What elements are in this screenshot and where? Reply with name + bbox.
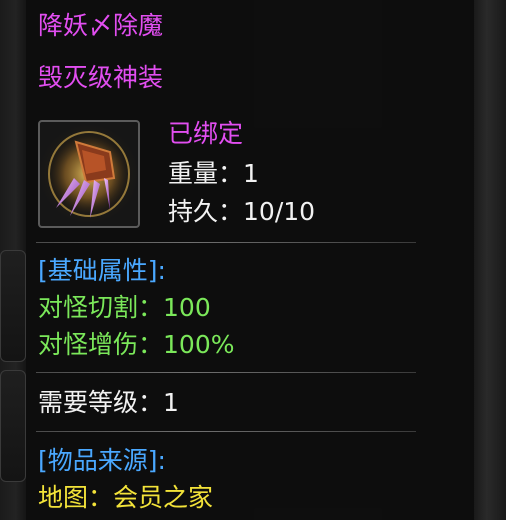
- item-tooltip: 降妖〆除魔 毁灭级神装 已绑定 重量：1 持久：10/10 [基础属性]: 对怪…: [26, 0, 474, 520]
- bind-status: 已绑定: [168, 119, 244, 148]
- background-slot: [0, 370, 26, 482]
- item-category: 毁灭级神装: [38, 63, 164, 92]
- requirement-label: 需要等级：: [38, 388, 164, 417]
- durability-label: 持久：: [168, 197, 244, 226]
- stat-row: 对怪增伤：100%: [38, 329, 235, 361]
- requirement-value: 1: [163, 388, 179, 417]
- stat-label: 对怪增伤：: [38, 330, 164, 359]
- durability-value: 10/10: [243, 197, 316, 226]
- divider: [36, 242, 416, 243]
- stat-row: 对怪切割：100: [38, 292, 211, 324]
- item-name: 降妖〆除魔: [38, 11, 164, 40]
- stat-value: 100: [163, 293, 211, 322]
- requirement-row: 需要等级：1: [38, 387, 179, 419]
- divider: [36, 372, 416, 373]
- source-label: 地图：: [38, 483, 114, 512]
- source-value: 会员之家: [113, 483, 214, 512]
- durability-row: 持久：10/10: [168, 196, 315, 228]
- claw-gauntlet-icon: [45, 130, 133, 218]
- weight-label: 重量：: [168, 159, 244, 188]
- item-icon-frame[interactable]: [38, 120, 140, 228]
- background-panel-right: [474, 0, 506, 520]
- stat-value: 100%: [163, 330, 235, 359]
- base-attributes-header: [基础属性]:: [38, 256, 166, 285]
- stat-label: 对怪切割：: [38, 293, 164, 322]
- weight-row: 重量：1: [168, 158, 259, 190]
- source-row: 地图：会员之家: [38, 482, 213, 514]
- weight-value: 1: [243, 159, 259, 188]
- source-header: [物品来源]:: [38, 446, 166, 475]
- background-slot: [0, 250, 26, 362]
- divider: [36, 431, 416, 432]
